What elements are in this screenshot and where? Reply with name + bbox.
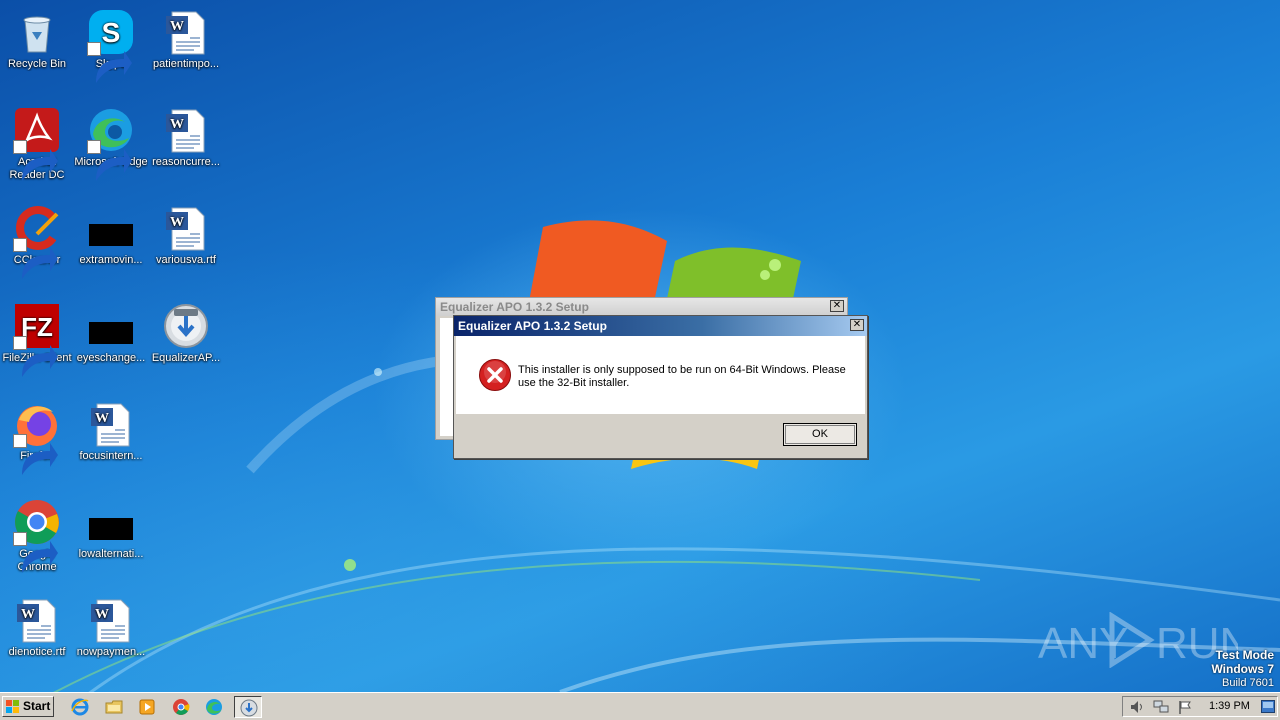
svg-text:W: W — [170, 215, 184, 230]
clock[interactable]: 1:39 PM — [1209, 697, 1250, 716]
shortcut-arrow-icon — [13, 140, 58, 181]
svg-text:W: W — [170, 19, 184, 34]
desktop-icon-label: EqualizerAP... — [151, 352, 221, 364]
test-mode-label: Test Mode — [1215, 648, 1274, 662]
tray-volume[interactable] — [1129, 699, 1145, 715]
desktop-icon-label: eyeschange... — [76, 352, 146, 364]
error-dialog-title: Equalizer APO 1.3.2 Setup — [458, 319, 607, 333]
background-dialog-close-button[interactable]: ✕ — [830, 300, 844, 312]
desktop-icon-lowalternati[interactable]: lowalternati... — [74, 498, 148, 561]
shortcut-arrow-icon — [13, 532, 58, 573]
desktop-icon-eyeschange[interactable]: eyeschange... — [74, 302, 148, 365]
desktop-icon-label: variousva.rtf — [156, 254, 216, 266]
desktop-icon-acrobat[interactable]: Acrobat Reader DC — [0, 106, 74, 182]
desktop-icon-extramovin[interactable]: extramovin... — [74, 204, 148, 267]
word-document-icon: W — [166, 207, 205, 251]
desktop-icon-label: patientimpo... — [152, 58, 220, 70]
show-desktop-icon[interactable] — [1261, 700, 1275, 713]
background-dialog-title: Equalizer APO 1.3.2 Setup — [440, 300, 589, 314]
word-document-icon: W — [166, 11, 205, 55]
taskbar-internet-explorer[interactable] — [70, 697, 90, 717]
taskbar-chrome[interactable] — [171, 697, 191, 717]
desktop-icon-firefox[interactable]: Firefox — [0, 400, 74, 475]
taskbar: Start 1:39 PM — [0, 692, 1280, 720]
desktop-icon-ccleaner[interactable]: CCleaner — [0, 204, 74, 279]
desktop-icon-filezilla[interactable]: FZ FileZilla Client — [0, 302, 74, 377]
desktop-icon-patientimpo[interactable]: W patientimpo... — [149, 8, 223, 71]
os-label: Windows 7 — [1211, 662, 1274, 676]
error-dialog-close-button[interactable]: ✕ — [850, 319, 864, 331]
taskbar-edge[interactable] — [204, 697, 224, 717]
desktop-icon-label: lowalternati... — [78, 548, 144, 560]
error-dialog-titlebar[interactable]: Equalizer APO 1.3.2 Setup ✕ — [454, 316, 867, 336]
test-mode-watermark: Test Mode Windows 7 Build 7601 — [1211, 648, 1274, 690]
tray-action-center[interactable] — [1177, 699, 1193, 715]
windows-flag-icon — [6, 700, 19, 713]
internet-explorer-icon — [71, 698, 89, 716]
taskbar-file-explorer[interactable] — [104, 697, 124, 717]
action-center-flag-icon — [1179, 701, 1191, 714]
black-file-icon — [89, 322, 133, 344]
desktop-icon-nowpaymen[interactable]: W nowpaymen... — [74, 596, 148, 659]
error-dialog-content: This installer is only supposed to be ru… — [456, 336, 865, 414]
error-message: This installer is only supposed to be ru… — [518, 364, 846, 389]
desktop-icon-edge[interactable]: Microsoft Edge — [74, 106, 148, 181]
chrome-icon — [173, 699, 190, 715]
media-player-icon — [139, 699, 155, 715]
svg-text:W: W — [170, 117, 184, 132]
desktop-icon-dienotice[interactable]: W dienotice.rtf — [0, 596, 74, 659]
desktop-icon-label: reasoncurre... — [152, 156, 220, 168]
installer-icon — [164, 304, 208, 348]
recycle-bin-icon — [23, 16, 51, 53]
black-file-icon — [89, 224, 133, 246]
desktop-icon-focusintern[interactable]: W focusintern... — [74, 400, 148, 463]
edge-icon — [206, 699, 222, 715]
anyrun-watermark: ANY RUN — [1038, 612, 1238, 668]
ok-button[interactable]: OK — [783, 423, 857, 446]
desktop-icon-variousva[interactable]: W variousva.rtf — [149, 204, 223, 267]
word-document-icon: W — [17, 599, 56, 643]
svg-text:W: W — [95, 411, 109, 426]
shortcut-arrow-icon — [13, 238, 58, 279]
start-button[interactable]: Start — [2, 696, 54, 717]
desktop-icon-label: Recycle Bin — [7, 58, 67, 70]
desktop-icon-equalizerapo[interactable]: EqualizerAP... — [149, 302, 223, 365]
start-label: Start — [23, 699, 51, 713]
network-icon — [1153, 700, 1169, 713]
error-dialog: Equalizer APO 1.3.2 Setup ✕ This install… — [453, 315, 868, 459]
svg-text:W: W — [95, 607, 109, 622]
file-explorer-icon — [105, 700, 123, 714]
desktop-icon-label: dienotice.rtf — [8, 646, 66, 658]
black-file-icon — [89, 518, 133, 540]
desktop-icon-label: nowpaymen... — [76, 646, 146, 658]
word-document-icon: W — [91, 599, 130, 643]
taskbar-media-player[interactable] — [137, 697, 157, 717]
error-icon — [479, 359, 511, 391]
desktop-icon-chrome[interactable]: Google Chrome — [0, 498, 74, 574]
tray-network[interactable] — [1153, 699, 1169, 715]
shortcut-arrow-icon — [87, 140, 132, 181]
taskbar-equalizer-setup[interactable] — [234, 696, 262, 718]
build-label: Build 7601 — [1222, 677, 1274, 689]
word-document-icon: W — [166, 109, 205, 153]
desktop-icon-skype[interactable]: S Skype — [74, 8, 148, 83]
word-document-icon: W — [91, 403, 130, 447]
volume-icon — [1131, 701, 1142, 713]
desktop-icon-label: extramovin... — [79, 254, 143, 266]
desktop-icon-label: focusintern... — [79, 450, 143, 462]
installer-icon — [240, 699, 258, 717]
shortcut-arrow-icon — [13, 434, 58, 475]
shortcut-arrow-icon — [13, 336, 58, 377]
shortcut-arrow-icon — [87, 42, 132, 83]
desktop-icon-recycle-bin[interactable]: Recycle Bin — [0, 8, 74, 71]
svg-text:W: W — [21, 607, 35, 622]
system-tray: 1:39 PM — [1122, 696, 1278, 717]
background-dialog-titlebar: Equalizer APO 1.3.2 Setup ✕ — [436, 298, 847, 316]
desktop-icon-reasoncurre[interactable]: W reasoncurre... — [149, 106, 223, 169]
